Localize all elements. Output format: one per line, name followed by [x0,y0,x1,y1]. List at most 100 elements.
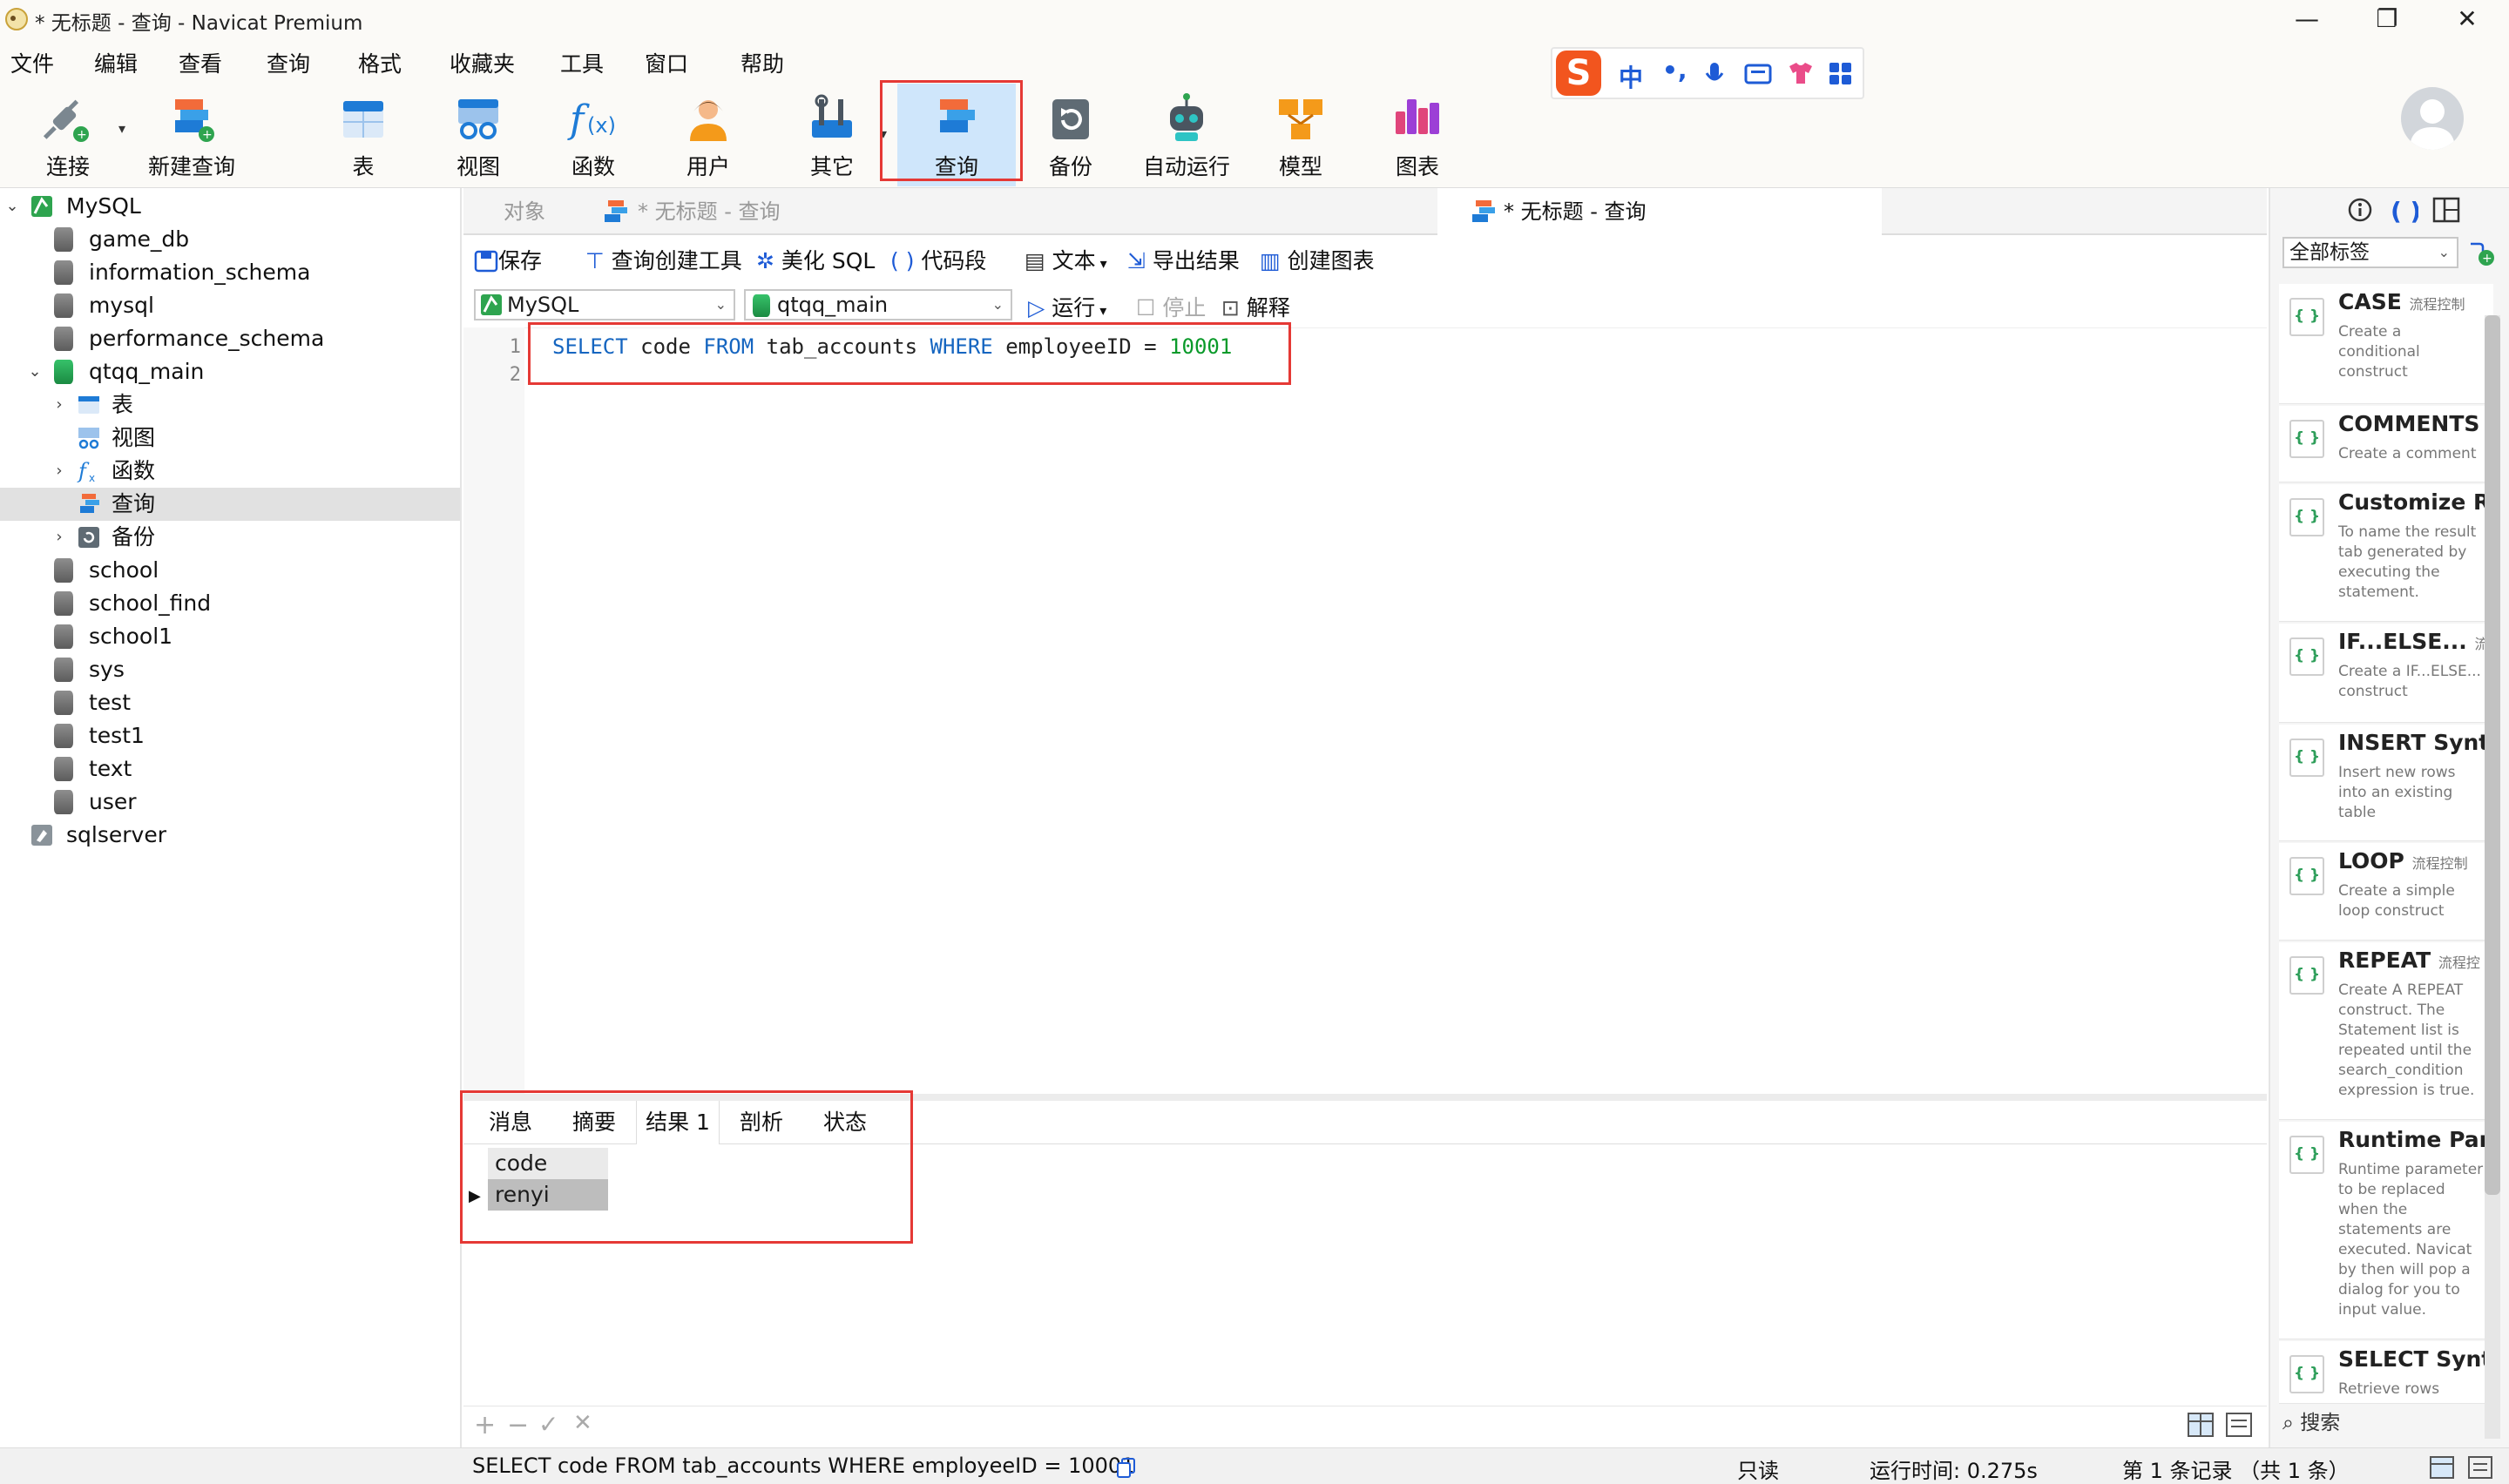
form-view-icon[interactable] [2225,1412,2253,1438]
snippet-repeat[interactable]: REPEAT 流程控 Create A REPEAT construct. The… [2279,942,2493,1120]
explain-button[interactable]: ⊡ 解释 [1221,291,1290,322]
table-button[interactable]: 表 [326,84,401,186]
tree-node-school-find[interactable]: school_find [0,587,460,620]
skin-icon[interactable] [1786,59,1816,87]
restore-button[interactable]: ❐ [2347,0,2427,38]
delete-record-button[interactable]: − [507,1410,529,1440]
query-builder-button[interactable]: ⊤ 查询创建工具 [585,244,742,275]
info-icon[interactable] [2347,197,2373,223]
chevron-right-icon[interactable]: › [51,521,68,554]
chevron-down-icon[interactable]: ⌄ [26,355,44,388]
chevron-right-icon[interactable]: › [51,388,68,422]
tab-query-1[interactable]: * 无标题 - 查询 [587,188,970,235]
tab-objects[interactable]: 对象 [463,188,585,235]
new-query-button[interactable]: + 新建查询 [143,84,240,186]
menu-favorites[interactable]: 收藏夹 [450,47,515,78]
tab-query-2[interactable]: * 无标题 - 查询 [1437,188,1882,235]
tree-node-qtqq-main[interactable]: ⌄ qtqq_main [0,355,460,388]
ime-punct[interactable]: •, [1662,56,1687,84]
chevron-down-icon[interactable]: ⌄ [3,190,21,223]
beautify-sql-button[interactable]: ✲ 美化 SQL [756,244,875,275]
add-snippet-icon[interactable]: + [2467,239,2499,268]
snippet-desc: Insert new rows into an existing table [2338,764,2456,821]
snippet-runtime-parameter[interactable]: Runtime Par Runtime parameter to be repla… [2279,1122,2493,1339]
tree-node-test1[interactable]: test1 [0,719,460,752]
automation-button[interactable]: 自动运行 [1138,84,1235,186]
tree-node-mysql[interactable]: ⌄ MySQL [0,190,460,223]
close-button[interactable]: ✕ [2427,0,2507,38]
save-button[interactable]: 保存 [474,244,542,275]
add-record-button[interactable]: + [474,1410,496,1440]
model-button[interactable]: 模型 [1263,84,1338,186]
snippet-search[interactable]: ⌕ 搜索 [2282,1407,2340,1439]
microphone-icon[interactable] [1704,61,1725,89]
snippet-if-else[interactable]: IF...ELSE... 流程Create a IF...ELSE... con… [2279,624,2493,723]
apps-grid-icon[interactable] [1828,61,1854,87]
text-mode-button[interactable]: ▤ 文本 ▾ [1025,244,1107,275]
sql-editor[interactable] [463,327,2267,1094]
tree-node-user[interactable]: user [0,786,460,819]
ime-logo[interactable]: S [1556,51,1601,96]
create-chart-button[interactable]: ▥ 创建图表 [1260,244,1375,275]
snippet-scrollbar-thumb[interactable] [2485,315,2500,1195]
tree-node-sys[interactable]: sys [0,653,460,686]
connection-select[interactable]: MySQL ⌄ [474,289,735,320]
ime-lang[interactable]: 中 [1619,59,1643,94]
minimize-button[interactable]: — [2267,0,2347,38]
snippet-customize-result[interactable]: Customize R To name the result tab genera… [2279,484,2493,622]
menu-tools[interactable]: 工具 [560,47,604,78]
export-results-button[interactable]: ⇲ 导出结果 [1127,244,1240,275]
connect-button[interactable]: + 连接 [26,84,110,186]
form-view-icon[interactable] [2467,1455,2493,1480]
account-avatar[interactable] [2401,87,2464,150]
menu-view[interactable]: 查看 [179,47,222,78]
tree-node-school[interactable]: school [0,554,460,587]
snippet-comments[interactable]: COMMENTS Create a comment [2279,406,2493,482]
keyboard-icon[interactable] [1744,63,1772,85]
snippet-case[interactable]: CASE 流程控制 Create a conditional construct [2279,284,2493,404]
chart-button[interactable]: 图表 [1380,84,1455,186]
tree-node-mysql-db[interactable]: mysql [0,289,460,322]
layout-panel-icon[interactable] [2432,197,2460,223]
apply-changes-button[interactable]: ✓ [538,1410,558,1439]
tree-node-functions[interactable]: › fx 函数 [0,455,460,488]
snippet-loop[interactable]: LOOP 流程控制 Create a simple loop construct [2279,843,2493,941]
other-button[interactable]: 其它 [795,84,869,186]
tree-node-performance-schema[interactable]: performance_schema [0,322,460,355]
menu-file[interactable]: 文件 [10,47,54,78]
tree-node-tables[interactable]: › 表 [0,388,460,422]
tree-node-test[interactable]: test [0,686,460,719]
code-snippet-button[interactable]: ( ) 代码段 [890,244,986,275]
snippet-select-syntax[interactable]: SELECT Synt Retrieve rows [2279,1341,2493,1404]
snippet-insert-syntax[interactable]: INSERT Synt Insert new rows into an exist… [2279,725,2493,841]
tree-node-school1[interactable]: school1 [0,620,460,653]
run-button[interactable]: ▷ 运行 ▾ [1028,291,1106,322]
menu-query[interactable]: 查询 [267,47,310,78]
backup-button[interactable]: 备份 [1033,84,1108,186]
menu-help[interactable]: 帮助 [741,47,784,78]
model-label: 模型 [1278,154,1322,179]
grid-view-icon[interactable] [2429,1455,2455,1480]
database-select[interactable]: qtqq_main ⌄ [744,289,1012,320]
tag-filter-select[interactable]: 全部标签 ⌄ [2282,237,2458,268]
tree-node-queries[interactable]: 查询 [0,488,460,521]
tree-node-game-db[interactable]: game_db [0,223,460,256]
stop-button[interactable]: ☐ 停止 [1136,291,1206,322]
tree-node-sqlserver[interactable]: sqlserver [0,819,460,852]
menu-format[interactable]: 格式 [358,47,402,78]
tree-node-backups[interactable]: › 备份 [0,521,460,554]
menu-window[interactable]: 窗口 [645,47,688,78]
tree-node-text[interactable]: text [0,752,460,786]
copy-icon[interactable] [1115,1457,1138,1480]
connect-dropdown-icon[interactable]: ▾ [118,120,125,137]
function-button[interactable]: f (x) 函数 [556,84,631,186]
chevron-right-icon[interactable]: › [51,455,68,488]
grid-view-icon[interactable] [2187,1412,2215,1438]
menu-edit[interactable]: 编辑 [94,47,138,78]
discard-changes-button[interactable]: ✕ [573,1410,592,1436]
view-button[interactable]: 视图 [441,84,516,186]
tree-node-views[interactable]: 视图 [0,422,460,455]
tree-node-information-schema[interactable]: information_schema [0,256,460,289]
user-button[interactable]: 用户 [671,84,746,186]
snippet-code-icon[interactable]: ( ) [2389,195,2418,225]
